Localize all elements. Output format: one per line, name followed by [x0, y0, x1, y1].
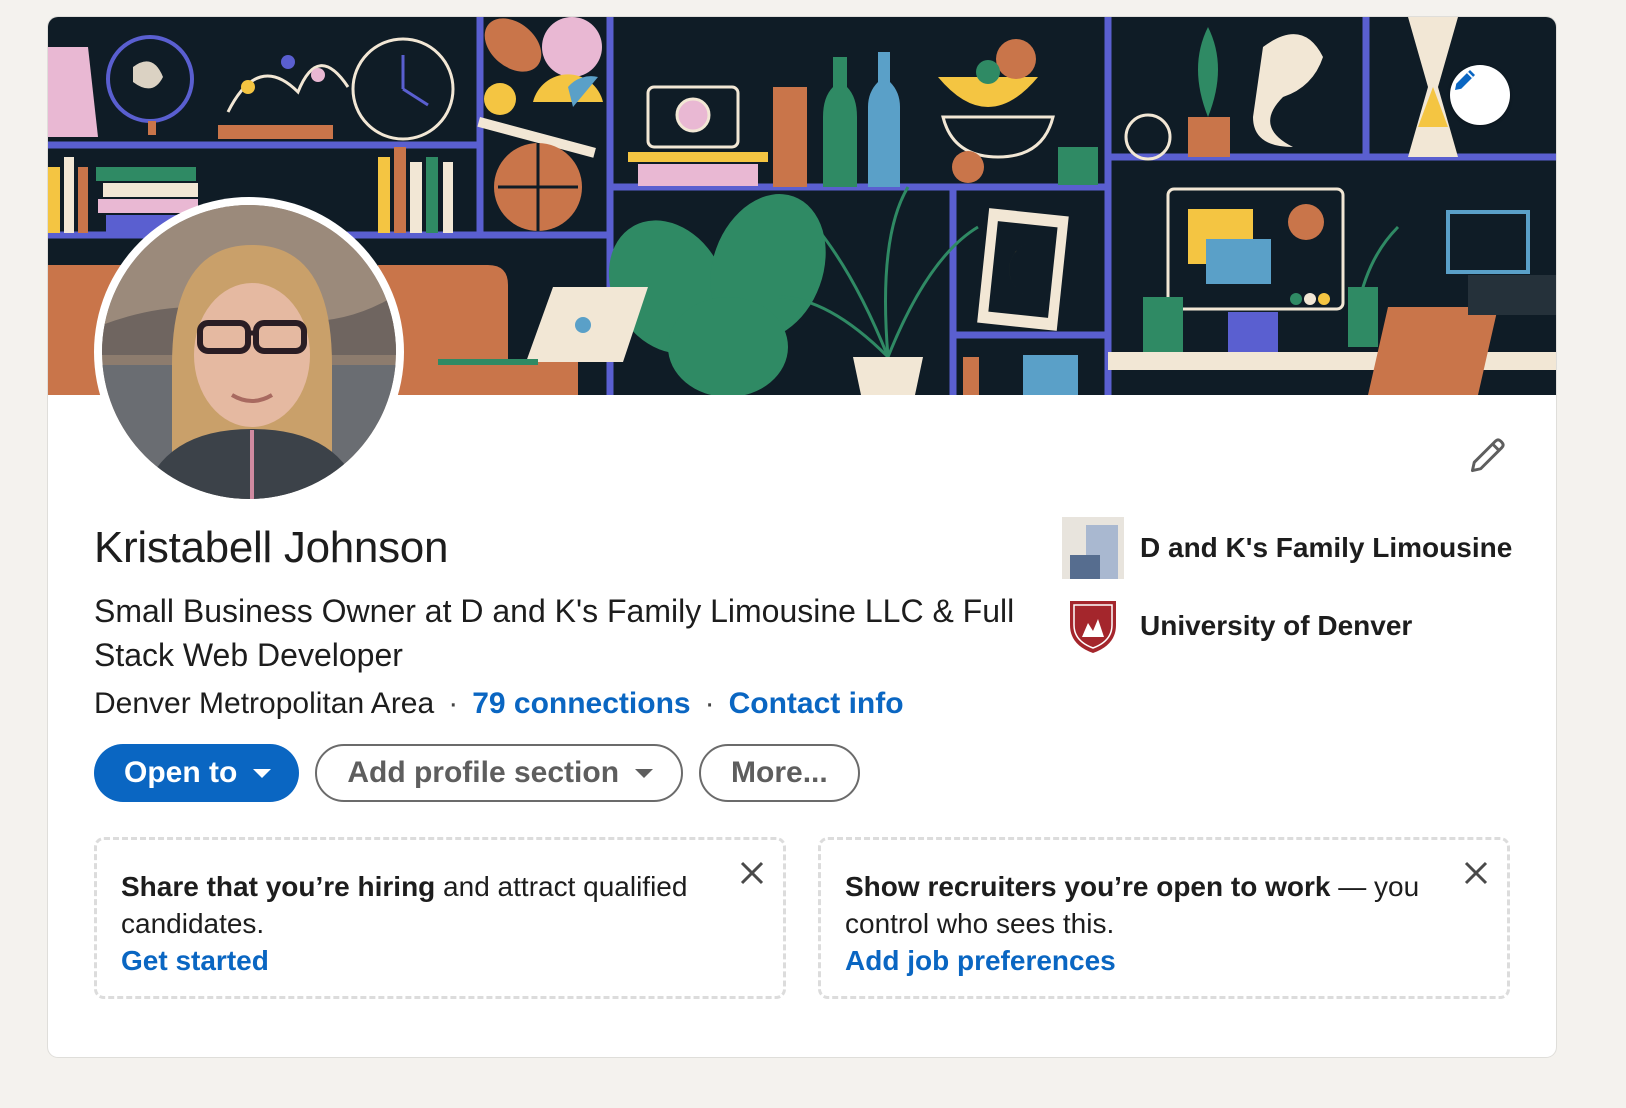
company-logo	[1062, 517, 1124, 579]
get-started-link[interactable]: Get started	[121, 942, 759, 979]
university-name: University of Denver	[1140, 610, 1413, 641]
open-to-work-promo-bold: Show recruiters you’re open to work	[845, 871, 1331, 902]
open-to-work-promo-card: Show recruiters you’re open to work — yo…	[818, 837, 1510, 999]
separator: ·	[448, 687, 459, 720]
profile-meta: Denver Metropolitan Area · 79 connection…	[94, 687, 904, 721]
current-company-item[interactable]: D and K's Family Limousine	[1062, 517, 1512, 579]
profile-card: Kristabell Johnson Small Business Owner …	[48, 17, 1556, 1057]
company-name: D and K's Family Limousine	[1140, 532, 1513, 563]
dismiss-open-to-work-promo-button[interactable]	[1459, 858, 1493, 892]
close-icon	[739, 860, 765, 891]
edit-banner-button[interactable]	[1450, 65, 1510, 125]
more-label: More...	[731, 756, 828, 789]
contact-info-link[interactable]: Contact info	[729, 687, 904, 721]
separator: ·	[704, 687, 715, 720]
pencil-icon	[1466, 433, 1510, 482]
hiring-promo-bold: Share that you’re hiring	[121, 871, 436, 902]
caret-down-icon	[635, 768, 654, 778]
dismiss-hiring-promo-button[interactable]	[735, 858, 769, 892]
hiring-promo-card: Share that you’re hiring and attract qua…	[94, 837, 786, 999]
profile-name: Kristabell Johnson	[94, 523, 449, 572]
open-to-button[interactable]: Open to	[94, 744, 300, 802]
university-crest	[1062, 595, 1124, 657]
close-icon	[1463, 860, 1489, 891]
open-to-work-promo-text: Show recruiters you’re open to work — yo…	[845, 868, 1445, 942]
profile-photo[interactable]	[94, 197, 404, 507]
education-item[interactable]: University of Denver	[1062, 595, 1512, 657]
location-text: Denver Metropolitan Area	[94, 687, 435, 720]
open-to-label: Open to	[124, 756, 238, 789]
profile-photo-image	[102, 205, 396, 499]
profile-actions: Open to Add profile section More...	[94, 744, 860, 802]
caret-down-icon	[253, 768, 272, 778]
edit-intro-button[interactable]	[1462, 431, 1514, 483]
add-job-preferences-link[interactable]: Add job preferences	[845, 942, 1483, 979]
add-profile-section-label: Add profile section	[347, 756, 620, 789]
avatar	[102, 205, 396, 499]
connections-link[interactable]: 79 connections	[472, 687, 690, 721]
hiring-promo-text: Share that you’re hiring and attract qua…	[121, 868, 721, 942]
more-button[interactable]: More...	[699, 744, 860, 802]
profile-organizations: D and K's Family Limousine University of…	[1062, 517, 1512, 673]
profile-headline: Small Business Owner at D and K's Family…	[94, 593, 1015, 673]
add-profile-section-button[interactable]: Add profile section	[315, 744, 684, 802]
